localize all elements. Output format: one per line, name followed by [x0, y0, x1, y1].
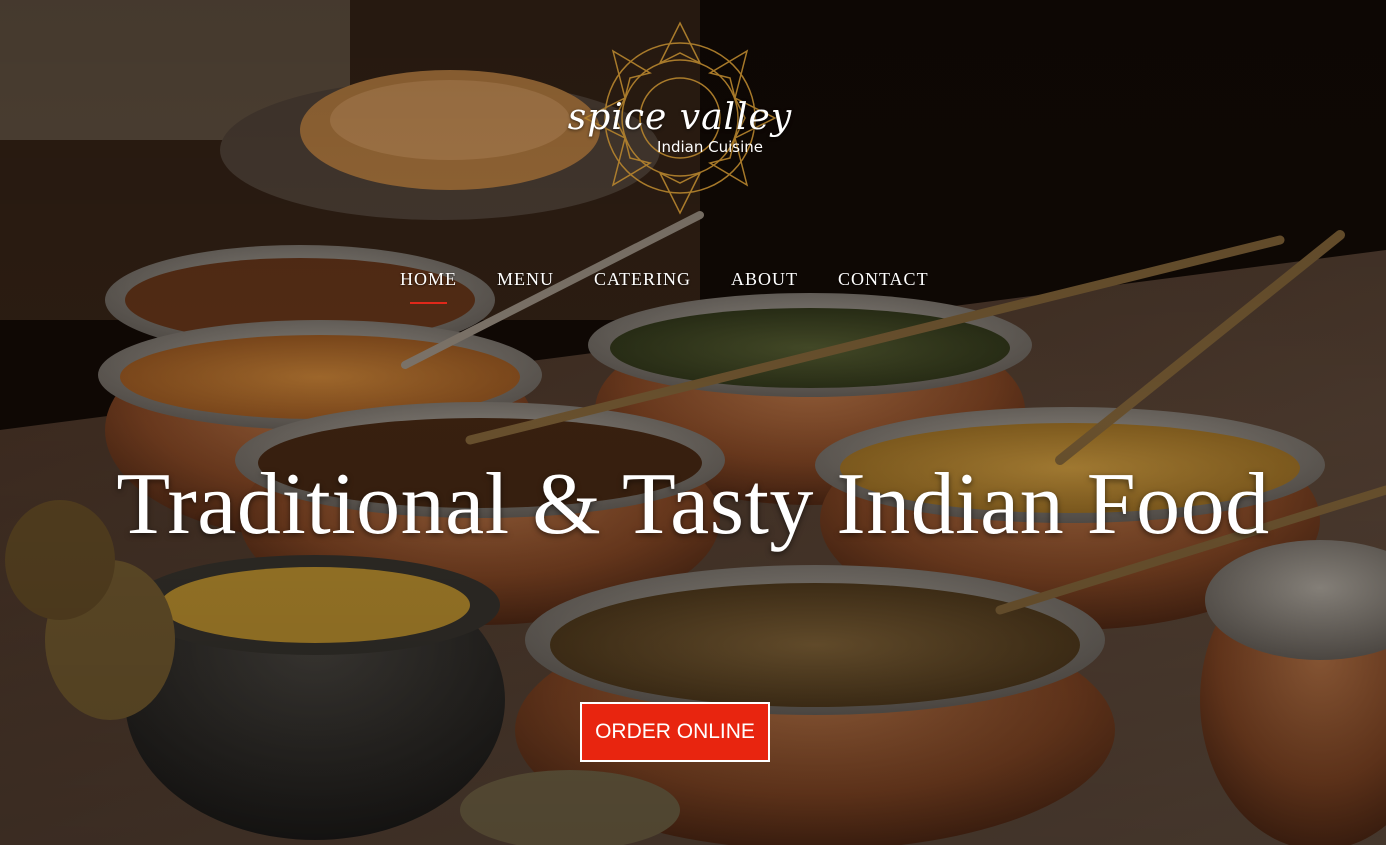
brand-logo[interactable]: spice valley Indian Cuisine	[555, 18, 805, 218]
nav-item-contact[interactable]: CONTACT	[818, 266, 949, 300]
nav-item-about[interactable]: ABOUT	[711, 266, 818, 300]
brand-name: spice valley	[567, 97, 793, 138]
nav-item-menu[interactable]: MENU	[477, 266, 574, 300]
hero-section: spice valley Indian Cuisine HOME MENU CA…	[0, 0, 1386, 845]
order-online-button[interactable]: ORDER ONLINE	[580, 702, 770, 762]
nav-item-home[interactable]: HOME	[380, 266, 477, 304]
hero-headline: Traditional & Tasty Indian Food	[116, 456, 1270, 553]
brand-tagline: Indian Cuisine	[657, 138, 763, 156]
nav-item-catering[interactable]: CATERING	[574, 266, 711, 300]
main-nav: HOME MENU CATERING ABOUT CONTACT	[380, 266, 1000, 304]
